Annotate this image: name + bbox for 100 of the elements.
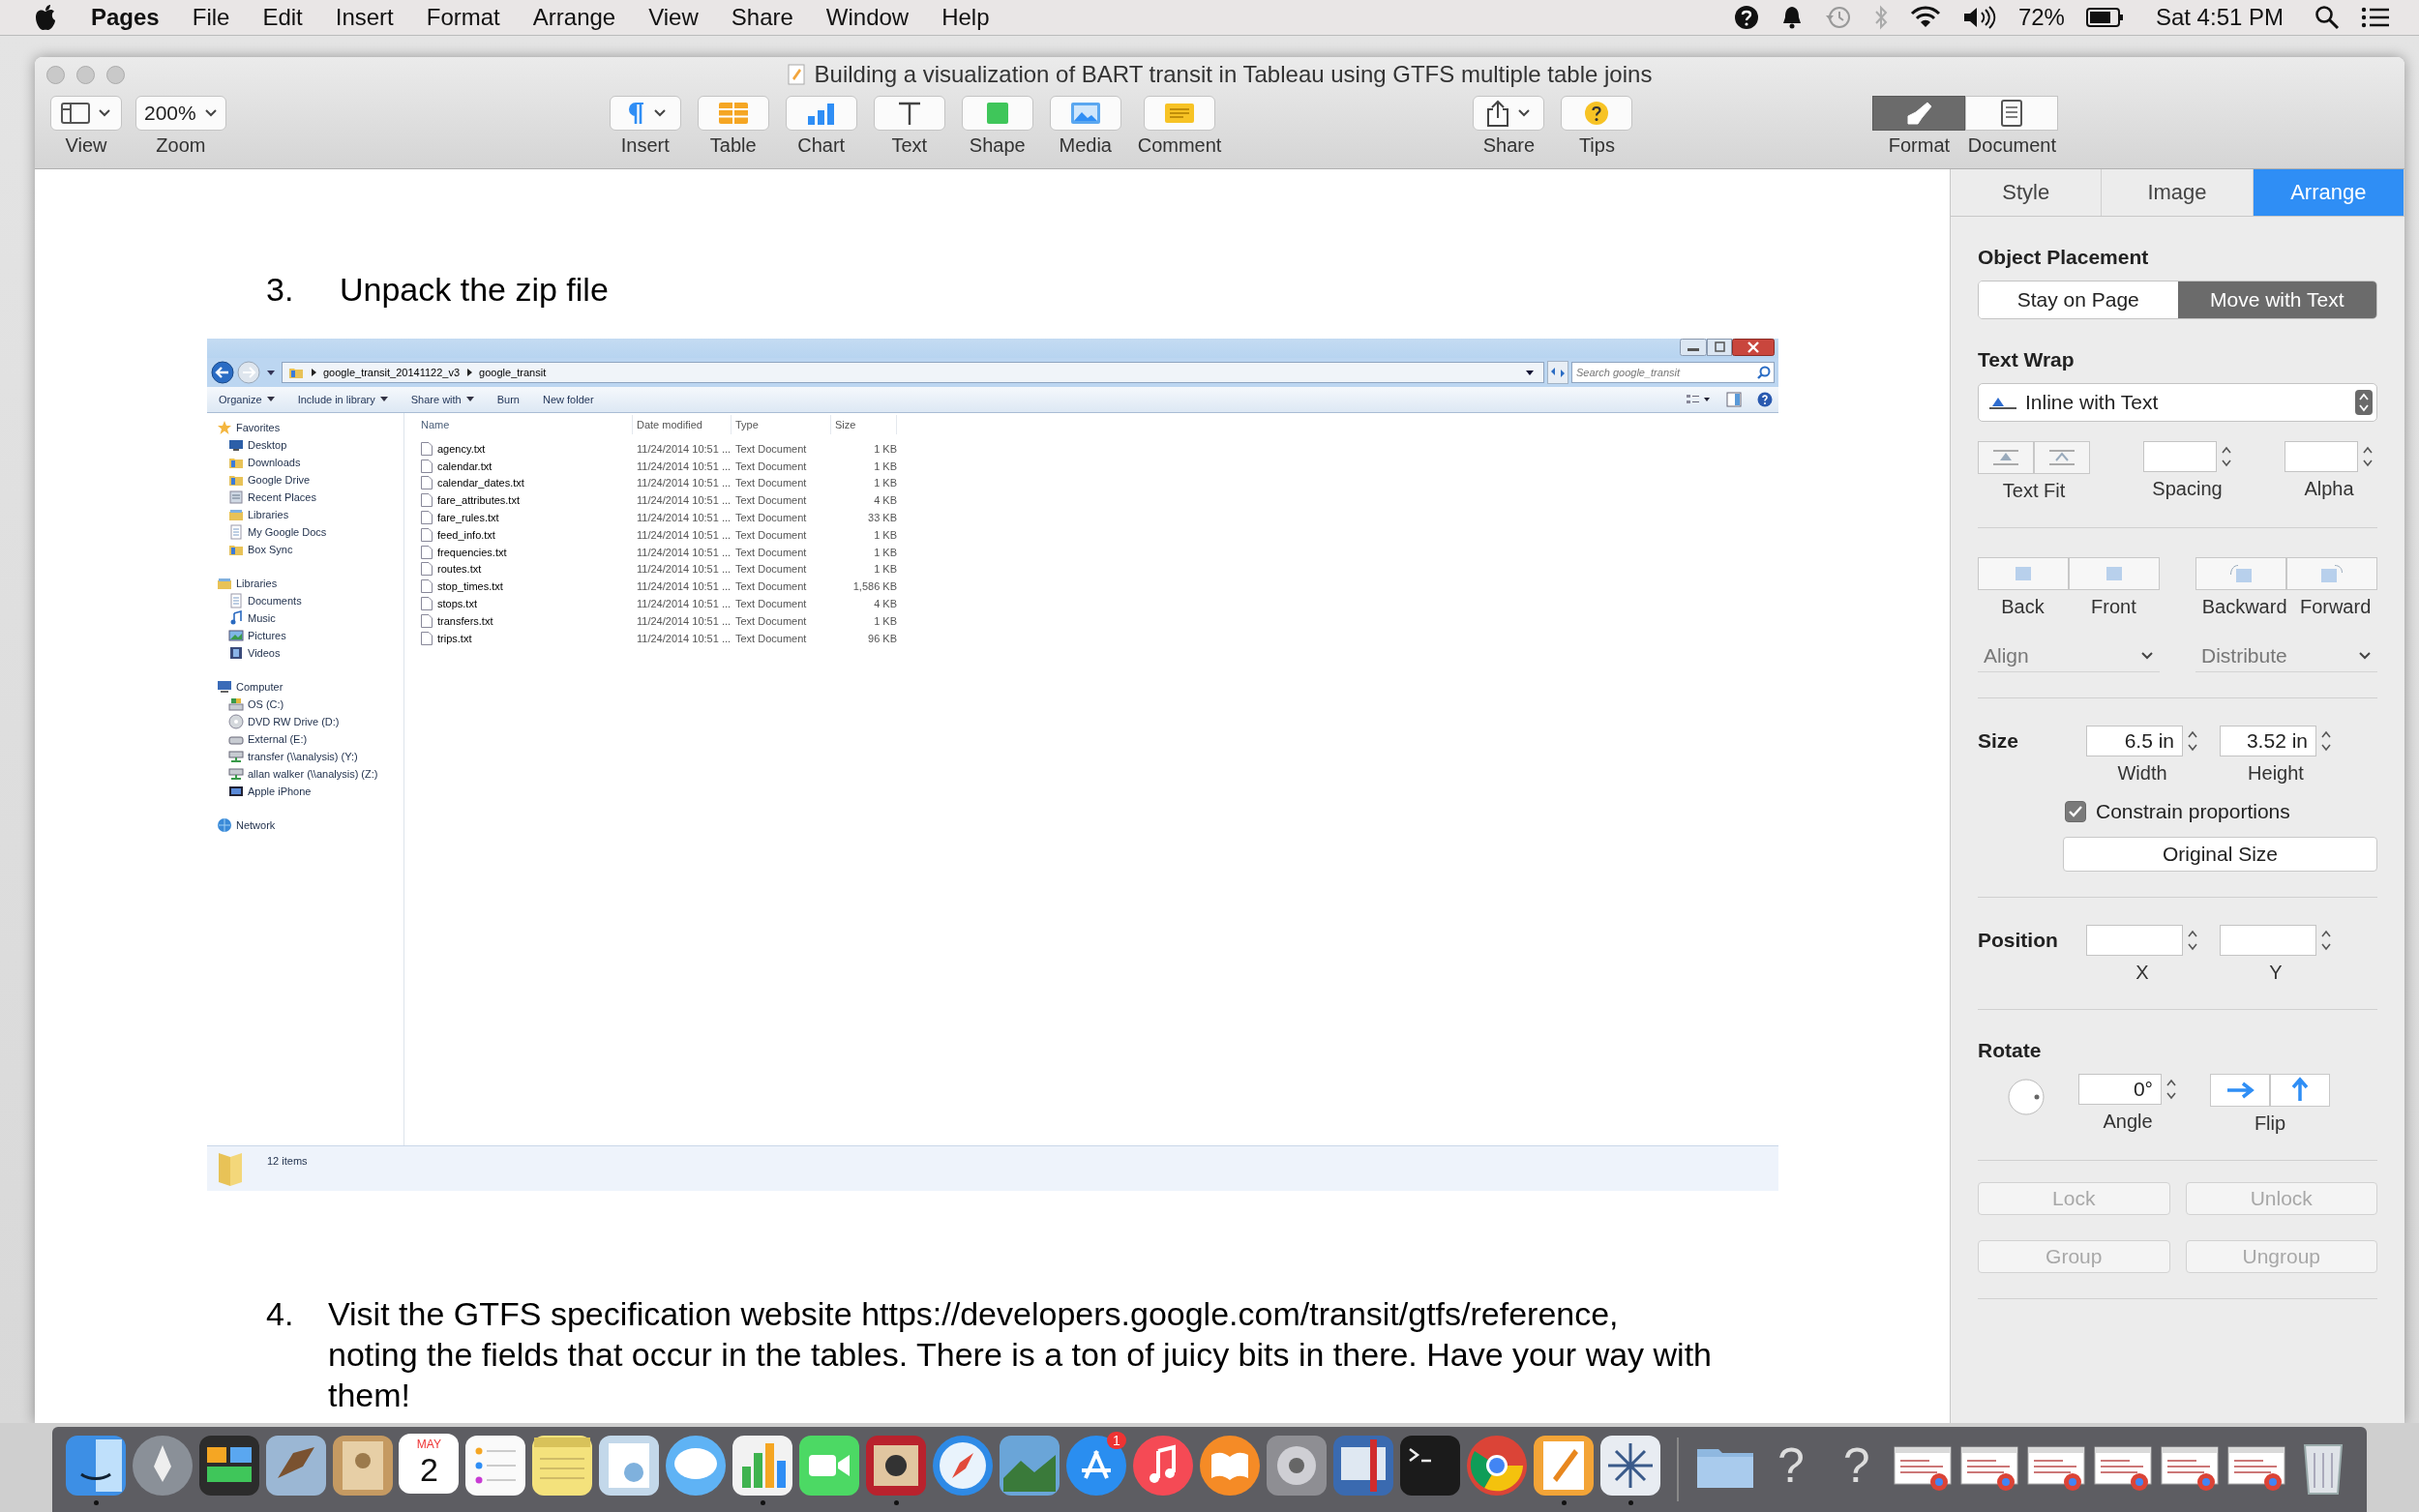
- sidebar-item[interactable]: Libraries: [207, 506, 403, 523]
- wifi-icon[interactable]: [1909, 6, 1941, 29]
- question-mark[interactable]: ?: [1777, 1434, 1805, 1497]
- view-options-icon[interactable]: [1686, 393, 1711, 406]
- clock[interactable]: Sat 4:51 PM: [2155, 4, 2284, 31]
- sidebar-item[interactable]: allan walker (\\analysis) (Z:): [207, 765, 403, 783]
- sidebar-item[interactable]: Recent Places: [207, 489, 403, 506]
- sidebar-item[interactable]: Downloads: [207, 454, 403, 471]
- sidebar-item[interactable]: Libraries: [207, 575, 403, 592]
- sidebar-item[interactable]: Documents: [207, 592, 403, 609]
- stepper-arrows[interactable]: [2320, 928, 2332, 953]
- restore-button[interactable]: [1707, 339, 1732, 356]
- stepper-arrows[interactable]: [2220, 444, 2232, 469]
- app-icon[interactable]: [730, 1434, 794, 1497]
- list-icon[interactable]: [2361, 6, 2390, 29]
- stepper-arrows[interactable]: [2165, 1077, 2177, 1102]
- app-icon[interactable]: [1264, 1434, 1329, 1497]
- menu-item[interactable]: File: [192, 4, 230, 31]
- menu-item[interactable]: Help: [941, 4, 990, 31]
- menu-item[interactable]: Window: [825, 4, 910, 31]
- file-row[interactable]: stop_times.txt 11/24/2014 10:51 ... Text Document 1,586 KB: [404, 578, 1778, 596]
- app-icon[interactable]: [930, 1434, 995, 1497]
- app-icon[interactable]: [463, 1434, 527, 1497]
- file-row[interactable]: routes.txt 11/24/2014 10:51 ... Text Document 1 KB: [404, 560, 1778, 578]
- browser-icon[interactable]: [1464, 1434, 1529, 1497]
- apple-logo-icon[interactable]: [33, 3, 58, 32]
- app-icon[interactable]: [1330, 1434, 1395, 1497]
- help-icon[interactable]: [1733, 5, 1759, 30]
- view-button[interactable]: [50, 96, 122, 131]
- stepper-arrows[interactable]: [2320, 728, 2332, 754]
- sidebar-item[interactable]: Videos: [207, 644, 403, 662]
- comment-button[interactable]: [1144, 96, 1216, 131]
- stepper-arrows[interactable]: [2187, 728, 2198, 754]
- breadcrumb[interactable]: google_transit: [479, 367, 547, 378]
- search-field[interactable]: Search google_transit: [1571, 362, 1775, 383]
- number-field[interactable]: [2220, 925, 2316, 956]
- file-row[interactable]: stops.txt 11/24/2014 10:51 ... Text Document 4 KB: [404, 595, 1778, 612]
- stepper-arrows[interactable]: [2187, 928, 2198, 953]
- app-icon[interactable]: [1531, 1434, 1596, 1497]
- number-field[interactable]: 0°: [2078, 1074, 2162, 1105]
- number-field[interactable]: [2086, 925, 2183, 956]
- app-icon[interactable]: [331, 1434, 395, 1497]
- stepper-arrows[interactable]: [2362, 444, 2374, 469]
- calendar-icon[interactable]: MAY 2: [399, 1434, 460, 1494]
- app-icon[interactable]: [663, 1434, 728, 1497]
- tips-button[interactable]: [1561, 96, 1633, 131]
- file-row[interactable]: fare_rules.txt 11/24/2014 10:51 ... Text Document 33 KB: [404, 509, 1778, 526]
- zoom-button[interactable]: 200%: [135, 96, 226, 131]
- file-row[interactable]: calendar.txt 11/24/2014 10:51 ... Text Document 1 KB: [404, 457, 1778, 475]
- menu-item[interactable]: View: [648, 4, 699, 31]
- sidebar-item[interactable]: OS (C:): [207, 696, 403, 713]
- format-button[interactable]: [1872, 96, 1966, 131]
- column-header[interactable]: Name: [404, 415, 633, 434]
- sidebar-item[interactable]: Music: [207, 609, 403, 627]
- help-icon[interactable]: [1757, 392, 1773, 407]
- app-icon[interactable]: [796, 1434, 861, 1497]
- dropdown[interactable]: Distribute: [2195, 639, 2377, 672]
- sidebar-item[interactable]: Box Sync: [207, 541, 403, 558]
- dropdown[interactable]: Align: [1978, 639, 2160, 672]
- tab[interactable]: Image: [2102, 169, 2254, 216]
- column-header[interactable]: Date modified: [633, 415, 732, 434]
- minimize-button[interactable]: [1680, 339, 1707, 356]
- file-row[interactable]: calendar_dates.txt 11/24/2014 10:51 ... Text Document 1 KB: [404, 474, 1778, 492]
- search-icon[interactable]: [2314, 5, 2340, 30]
- file-row[interactable]: transfers.txt 11/24/2014 10:51 ... Text Document 1 KB: [404, 611, 1778, 630]
- back-button[interactable]: [211, 361, 234, 384]
- menu-item[interactable]: Arrange: [532, 4, 616, 31]
- question-mark[interactable]: ?: [1842, 1434, 1870, 1497]
- speaker-icon[interactable]: [1961, 6, 1997, 29]
- sidebar-item[interactable]: Apple iPhone: [207, 783, 403, 800]
- toolbar-button[interactable]: Share with: [404, 392, 480, 407]
- document-button[interactable]: [1965, 96, 2059, 131]
- app-icon[interactable]: [1197, 1434, 1262, 1497]
- toolbar-button[interactable]: Burn: [491, 392, 525, 407]
- app-icon[interactable]: [197, 1434, 261, 1497]
- number-field[interactable]: [2142, 441, 2217, 472]
- sidebar-item[interactable]: transfer (\\analysis) (Y:): [207, 748, 403, 765]
- app-icon[interactable]: [596, 1434, 661, 1497]
- menu-item[interactable]: Edit: [262, 4, 303, 31]
- text-button[interactable]: [873, 96, 945, 131]
- toolbar-button[interactable]: Organize: [213, 392, 281, 407]
- number-field[interactable]: [2285, 441, 2358, 472]
- battery-icon[interactable]: [2085, 7, 2125, 28]
- number-field[interactable]: 6.5 in: [2086, 726, 2183, 756]
- app-icon[interactable]: [529, 1434, 594, 1497]
- sidebar-item[interactable]: DVD RW Drive (D:): [207, 713, 403, 730]
- sidebar-item[interactable]: Google Drive: [207, 471, 403, 489]
- toolbar-button[interactable]: New folder: [536, 392, 600, 407]
- file-row[interactable]: agency.txt 11/24/2014 10:51 ... Text Document 1 KB: [404, 440, 1778, 458]
- caret-icon[interactable]: [266, 368, 276, 377]
- sidebar-item[interactable]: Favorites: [207, 419, 403, 436]
- menu-item[interactable]: Pages: [91, 4, 160, 31]
- original-size-button[interactable]: Original Size: [2063, 837, 2377, 872]
- chart-button[interactable]: [785, 96, 857, 131]
- preview-pane-icon[interactable]: [1726, 392, 1742, 407]
- app-icon[interactable]: [863, 1434, 928, 1497]
- app-icon[interactable]: [1598, 1434, 1662, 1497]
- file-row[interactable]: fare_attributes.txt 11/24/2014 10:51 ... Text Document 4 KB: [404, 491, 1778, 510]
- flip-vertical-button[interactable]: [2270, 1074, 2330, 1107]
- app-icon[interactable]: [1130, 1434, 1195, 1497]
